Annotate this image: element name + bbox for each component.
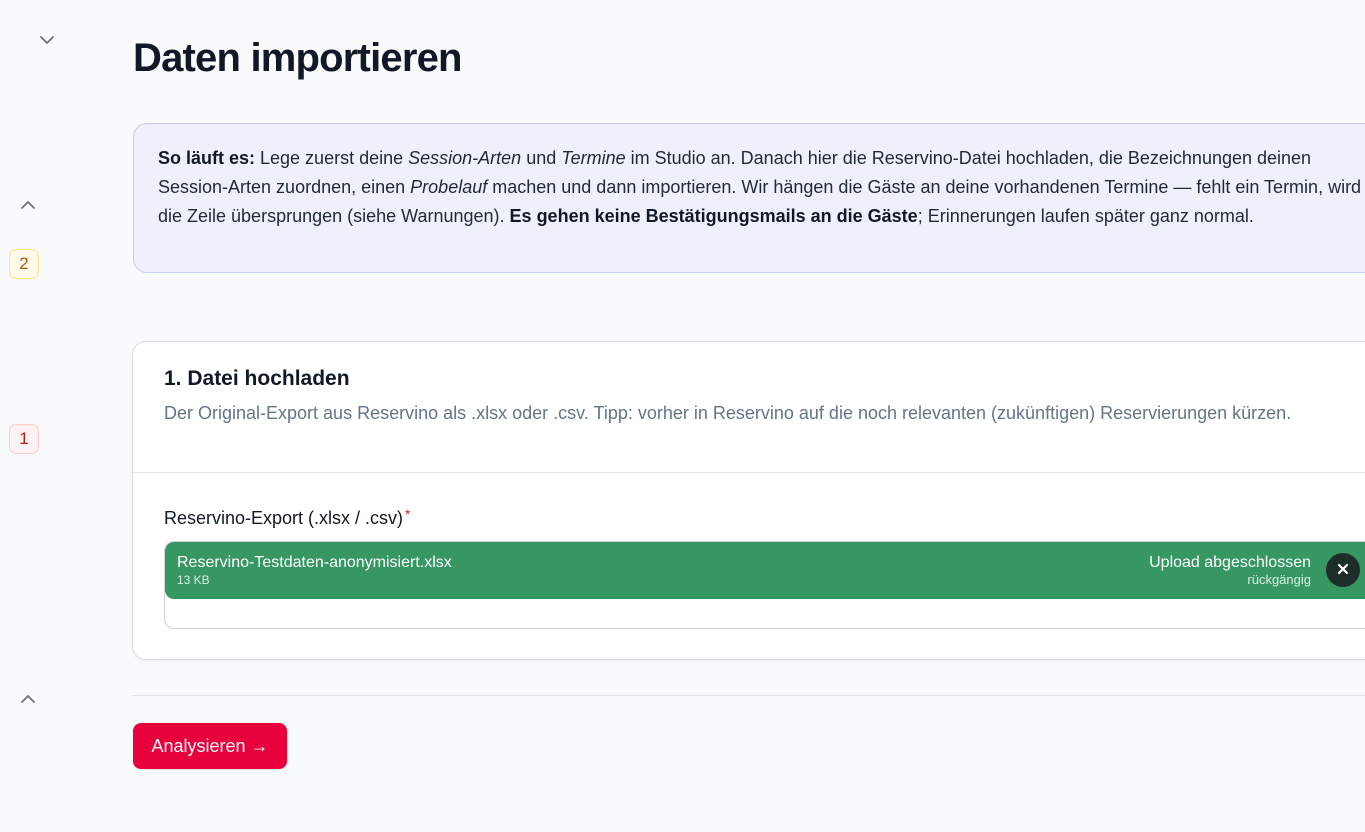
uploaded-file-item: Reservino-Testdaten-anonymisiert.xlsx 13…	[165, 542, 1365, 599]
info-emphasis-trial-run: Probelauf	[410, 177, 488, 197]
upload-section-card: 1. Datei hochladen Der Original-Export a…	[132, 341, 1365, 660]
collapse-toggle-middle[interactable]	[18, 196, 38, 214]
uploaded-file-name: Reservino-Testdaten-anonymisiert.xlsx	[177, 554, 452, 571]
file-field-label: Reservino-Export (.xlsx / .csv) *	[164, 506, 411, 530]
info-text-part: Lege zuerst deine	[255, 148, 409, 168]
actions-divider	[132, 695, 1365, 696]
chevron-down-icon	[39, 35, 55, 45]
info-text-part: und	[521, 148, 562, 168]
file-field-label-text: Reservino-Export (.xlsx / .csv)	[164, 508, 404, 528]
upload-section-header: 1. Datei hochladen Der Original-Export a…	[133, 342, 1365, 473]
remove-file-button[interactable]	[1326, 553, 1360, 587]
warning-count-badge[interactable]: 2	[9, 249, 39, 279]
chevron-up-icon	[20, 694, 36, 704]
undo-upload-link[interactable]: rückgängig	[1247, 573, 1311, 587]
error-count-badge[interactable]: 1	[9, 424, 39, 454]
upload-status: Upload abgeschlossen	[1149, 554, 1311, 571]
page-title: Daten importieren	[133, 36, 462, 80]
uploaded-file-size: 13 KB	[177, 573, 210, 587]
analyze-button[interactable]: Analysieren →	[133, 723, 287, 769]
upload-section-title: 1. Datei hochladen	[164, 367, 350, 390]
upload-section-description: Der Original-Export aus Reservino als .x…	[164, 403, 1292, 423]
info-emphasis-session-types: Session-Arten	[408, 148, 522, 168]
how-it-works-info-box: So läuft es: Lege zuerst deine Session-A…	[133, 123, 1365, 273]
info-emphasis-appointments: Termine	[561, 148, 626, 168]
info-text: So läuft es: Lege zuerst deine Session-A…	[158, 144, 1365, 231]
info-lead: So läuft es:	[158, 148, 256, 168]
required-marker: *	[405, 506, 411, 522]
collapse-toggle-top[interactable]	[37, 31, 57, 49]
info-strong-no-mails: Es gehen keine Bestätigungsmails an die …	[509, 206, 918, 226]
chevron-up-icon	[20, 200, 36, 210]
close-icon	[1337, 563, 1349, 578]
collapse-toggle-bottom[interactable]	[18, 690, 38, 708]
file-dropzone[interactable]: Reservino-Testdaten-anonymisiert.xlsx 13…	[164, 541, 1365, 629]
info-text-part: ; Erinnerungen laufen später ganz normal…	[917, 206, 1254, 226]
